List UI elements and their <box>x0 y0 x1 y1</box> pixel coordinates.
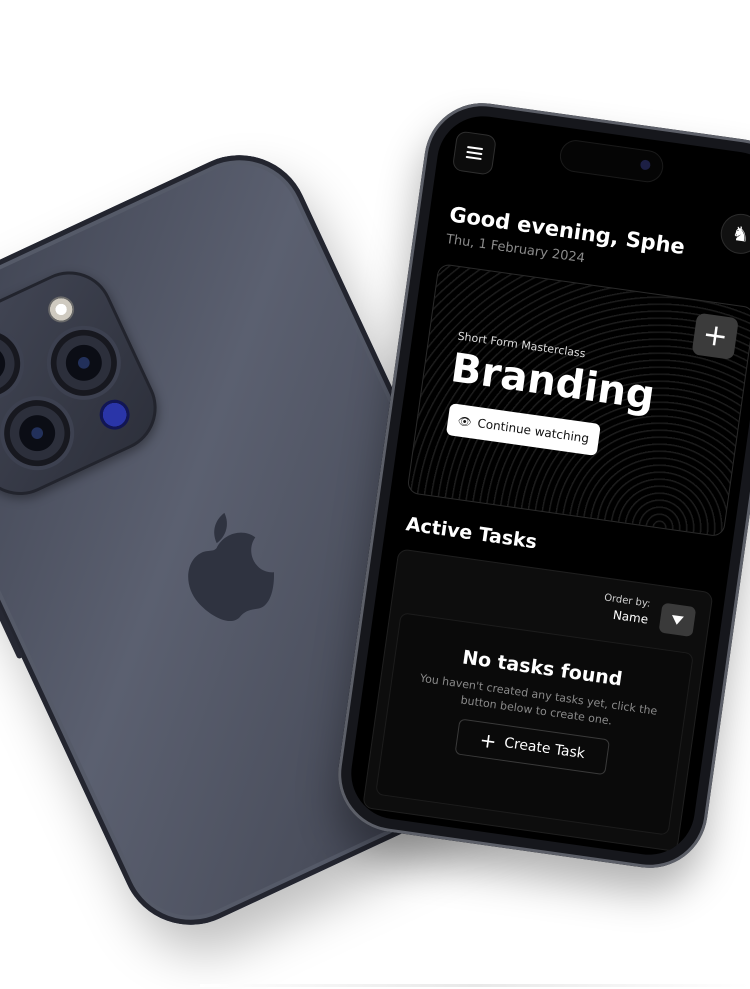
add-button[interactable]: + <box>691 312 739 361</box>
camera-module <box>0 256 172 510</box>
order-by-dropdown-button[interactable] <box>658 602 697 638</box>
lidar-sensor-icon <box>94 394 135 435</box>
floor-shadow <box>200 984 750 987</box>
camera-lens-icon <box>0 389 82 477</box>
side-button <box>0 593 24 660</box>
order-by-label: Order by: <box>603 592 652 610</box>
create-task-label: Create Task <box>503 735 586 763</box>
front-camera-icon <box>639 159 652 171</box>
camera-lens-icon <box>39 318 128 407</box>
flash-icon <box>43 292 79 327</box>
plus-icon: + <box>700 316 731 355</box>
active-tasks-heading: Active Tasks <box>404 513 539 554</box>
avatar[interactable]: ♞ <box>719 212 750 256</box>
continue-watching-label: Continue watching <box>476 416 590 446</box>
empty-state-card: No tasks found You haven't created any t… <box>375 612 694 836</box>
featured-course-card[interactable]: + Short Form Masterclass Branding 👁 Cont… <box>406 263 750 538</box>
continue-watching-button[interactable]: 👁 Continue watching <box>445 403 601 456</box>
hamburger-menu-icon <box>465 145 484 161</box>
plus-icon: + <box>478 727 499 754</box>
chess-knight-icon: ♞ <box>730 220 750 247</box>
app-screen: ♞ Good evening, Sphe Thu, 1 February 202… <box>345 110 750 861</box>
order-by-value: Name <box>612 607 650 627</box>
apple-logo-icon <box>188 512 274 622</box>
device-mockup-scene: ♞ Good evening, Sphe Thu, 1 February 202… <box>0 0 750 989</box>
camera-lens-icon <box>0 319 32 408</box>
tasks-panel: Order by: Name No tasks found You haven'… <box>362 548 714 853</box>
menu-button[interactable] <box>451 130 497 176</box>
triangle-down-icon <box>670 614 684 626</box>
front-phone: ♞ Good evening, Sphe Thu, 1 February 202… <box>330 95 750 876</box>
eye-icon: 👁 <box>456 413 473 429</box>
dynamic-island <box>558 139 665 184</box>
create-task-button[interactable]: + Create Task <box>454 718 611 776</box>
